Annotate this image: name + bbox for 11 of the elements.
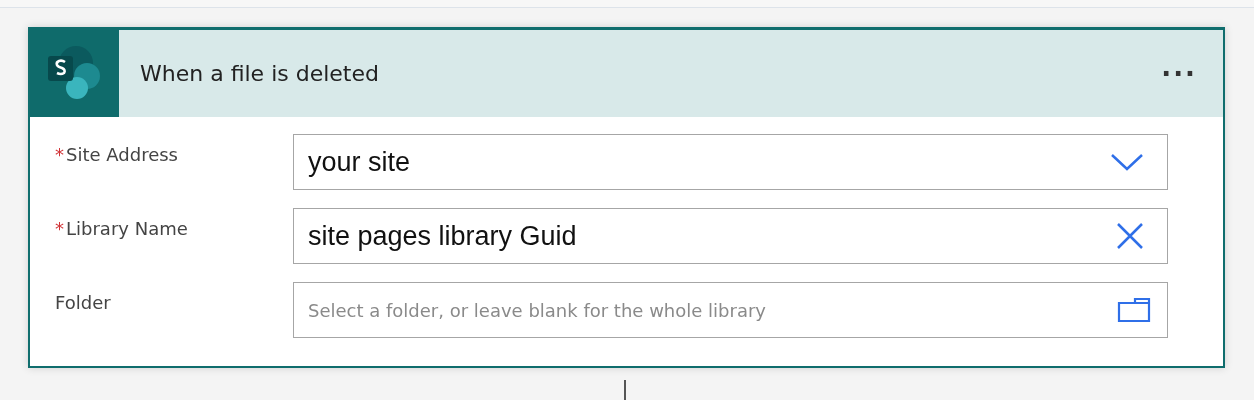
chevron-down-icon[interactable] bbox=[1111, 153, 1143, 171]
more-options-button[interactable]: ··· bbox=[1157, 58, 1201, 89]
close-icon[interactable] bbox=[1117, 223, 1143, 249]
field-label: *Library Name bbox=[54, 217, 189, 239]
trigger-title: When a file is deleted bbox=[139, 61, 380, 86]
field-label: Folder bbox=[54, 291, 112, 313]
dropdown-field[interactable]: your site bbox=[293, 134, 1168, 190]
input-field[interactable]: Select a folder, or leave blank for the whole library bbox=[293, 282, 1168, 338]
field-label: *Site Address bbox=[54, 143, 179, 165]
input-field[interactable]: site pages library Guid bbox=[293, 208, 1168, 264]
folder-icon[interactable] bbox=[1117, 297, 1151, 323]
